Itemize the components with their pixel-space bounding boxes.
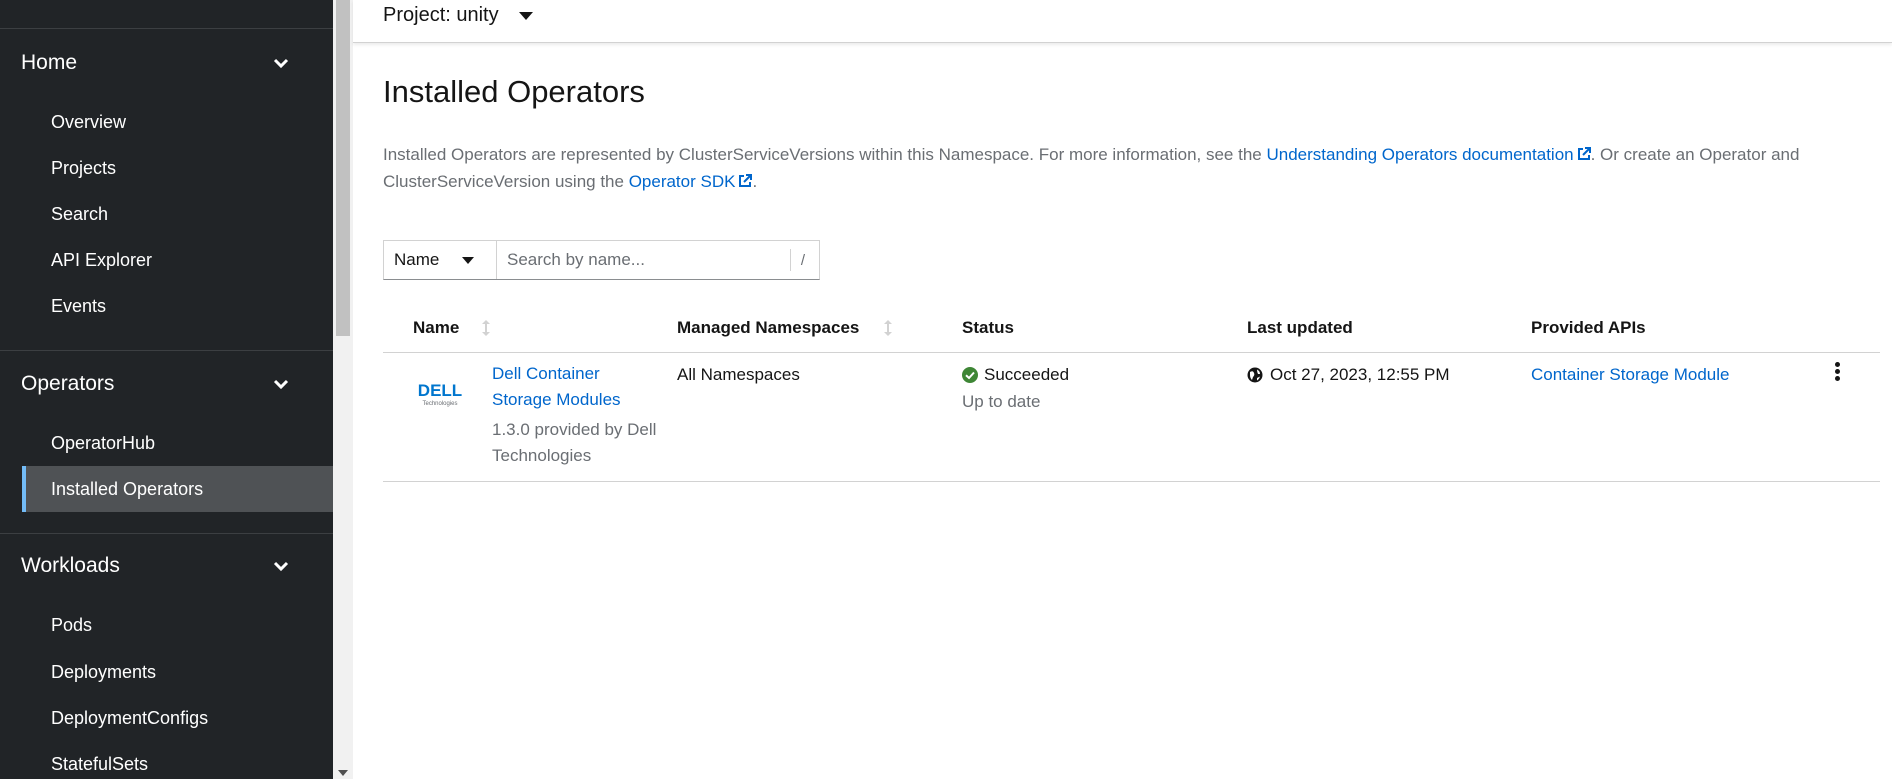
row-actions-kebab-icon[interactable] [1832, 362, 1842, 384]
table-header-divider [383, 352, 1880, 353]
external-link-icon [1577, 147, 1591, 160]
status-text: Succeeded [984, 365, 1070, 384]
filter-type-dropdown[interactable]: Name [384, 241, 497, 279]
operator-version-line: 1.3.0 provided by Dell [492, 420, 657, 439]
chevron-down-icon [273, 379, 289, 390]
main-content: Project: unity Installed Operators Insta… [353, 0, 1892, 779]
sidebar-item-statefulsets[interactable]: StatefulSets [22, 741, 333, 779]
nav-group-label: Workloads [21, 554, 120, 577]
last-updated-value: Oct 27, 2023, 12:55 PM [1247, 362, 1450, 388]
description-text: Installed Operators are represented by C… [383, 145, 1267, 164]
provided-api-link[interactable]: Container Storage Module [1531, 362, 1729, 388]
sidebar-nav: Home Overview Projects Search API Explor… [0, 0, 333, 779]
sidebar-item-operatorhub[interactable]: OperatorHub [22, 420, 333, 466]
sort-icon [884, 320, 893, 336]
nav-group-label: Operators [21, 372, 115, 395]
sidebar-item-events[interactable]: Events [22, 283, 333, 329]
sidebar-scrollbar[interactable] [333, 0, 353, 779]
operator-name-line: Dell Container [492, 364, 600, 383]
sidebar-item-deployments[interactable]: Deployments [22, 649, 333, 695]
operator-name-link[interactable]: Dell Container Storage Modules [492, 361, 621, 413]
dell-logo-icon: DELL Technologies [418, 381, 462, 407]
nav-group-label: Home [21, 51, 78, 74]
check-circle-icon [962, 367, 978, 383]
column-header-last-updated: Last updated [1247, 318, 1353, 338]
caret-down-icon [462, 256, 474, 264]
status-detail: Up to date [962, 392, 1041, 411]
filter-type-label: Name [394, 250, 440, 269]
sidebar-divider [0, 533, 333, 534]
operator-version: 1.3.0 provided by Dell Technologies [492, 417, 656, 469]
column-header-label: Status [962, 318, 1014, 337]
project-selector[interactable]: Project: unity [383, 4, 533, 27]
keyboard-shortcut-hint: / [790, 249, 815, 271]
sidebar-item-installed-operators[interactable]: Installed Operators [22, 466, 333, 512]
link-text: Understanding Operators documentation [1266, 145, 1574, 164]
logo-subtext: Technologies [422, 401, 457, 407]
sort-icon [482, 320, 491, 336]
sidebar-item-api-explorer[interactable]: API Explorer [22, 237, 333, 283]
column-header-provided-apis: Provided APIs [1531, 318, 1646, 338]
column-header-label: Name [413, 318, 460, 337]
last-updated-text: Oct 27, 2023, 12:55 PM [1270, 365, 1450, 384]
sidebar-item-overview[interactable]: Overview [22, 99, 333, 145]
column-header-label: Managed Namespaces [677, 318, 860, 337]
sidebar-divider [0, 28, 333, 29]
understanding-operators-link[interactable]: Understanding Operators documentation [1266, 145, 1591, 164]
caret-down-icon [518, 11, 533, 20]
nav-group-home[interactable]: Home [0, 37, 333, 89]
operator-version-line: Technologies [492, 446, 592, 465]
external-link-icon [739, 174, 753, 187]
nav-group-workloads[interactable]: Workloads [0, 540, 333, 592]
sidebar-item-deploymentconfigs[interactable]: DeploymentConfigs [22, 695, 333, 741]
globe-icon [1247, 367, 1263, 383]
column-header-label: Provided APIs [1531, 318, 1646, 337]
project-bar: Project: unity [353, 0, 1892, 43]
project-label: Project: unity [383, 4, 499, 26]
table-row-divider [383, 481, 1880, 482]
operator-sdk-link[interactable]: Operator SDK [629, 172, 753, 191]
managed-namespaces-value: All Namespaces [677, 365, 800, 384]
page-title: Installed Operators [383, 74, 645, 109]
description-text: . [752, 172, 758, 191]
chevron-down-icon [273, 561, 289, 572]
filter-toolbar: Name / [383, 240, 820, 280]
sidebar-divider [0, 350, 333, 351]
scroll-down-arrow-icon[interactable] [338, 770, 348, 776]
sidebar-item-search[interactable]: Search [22, 191, 333, 237]
sidebar-item-projects[interactable]: Projects [22, 145, 333, 191]
column-header-status: Status [962, 318, 1014, 338]
chevron-down-icon [273, 58, 289, 69]
page-description: Installed Operators are represented by C… [383, 141, 1873, 195]
column-header-name[interactable]: Name [413, 318, 491, 338]
scrollbar-thumb[interactable] [336, 0, 350, 336]
column-header-label: Last updated [1247, 318, 1353, 337]
logo-text: DELL [418, 381, 462, 400]
search-by-name-input[interactable] [497, 241, 790, 279]
sidebar-item-pods[interactable]: Pods [22, 602, 333, 648]
column-header-managed-namespaces[interactable]: Managed Namespaces [677, 318, 893, 338]
link-text: Operator SDK [628, 172, 736, 191]
status-succeeded: Succeeded [962, 362, 1069, 388]
operator-name-line: Storage Modules [492, 390, 621, 409]
nav-group-operators[interactable]: Operators [0, 358, 333, 410]
